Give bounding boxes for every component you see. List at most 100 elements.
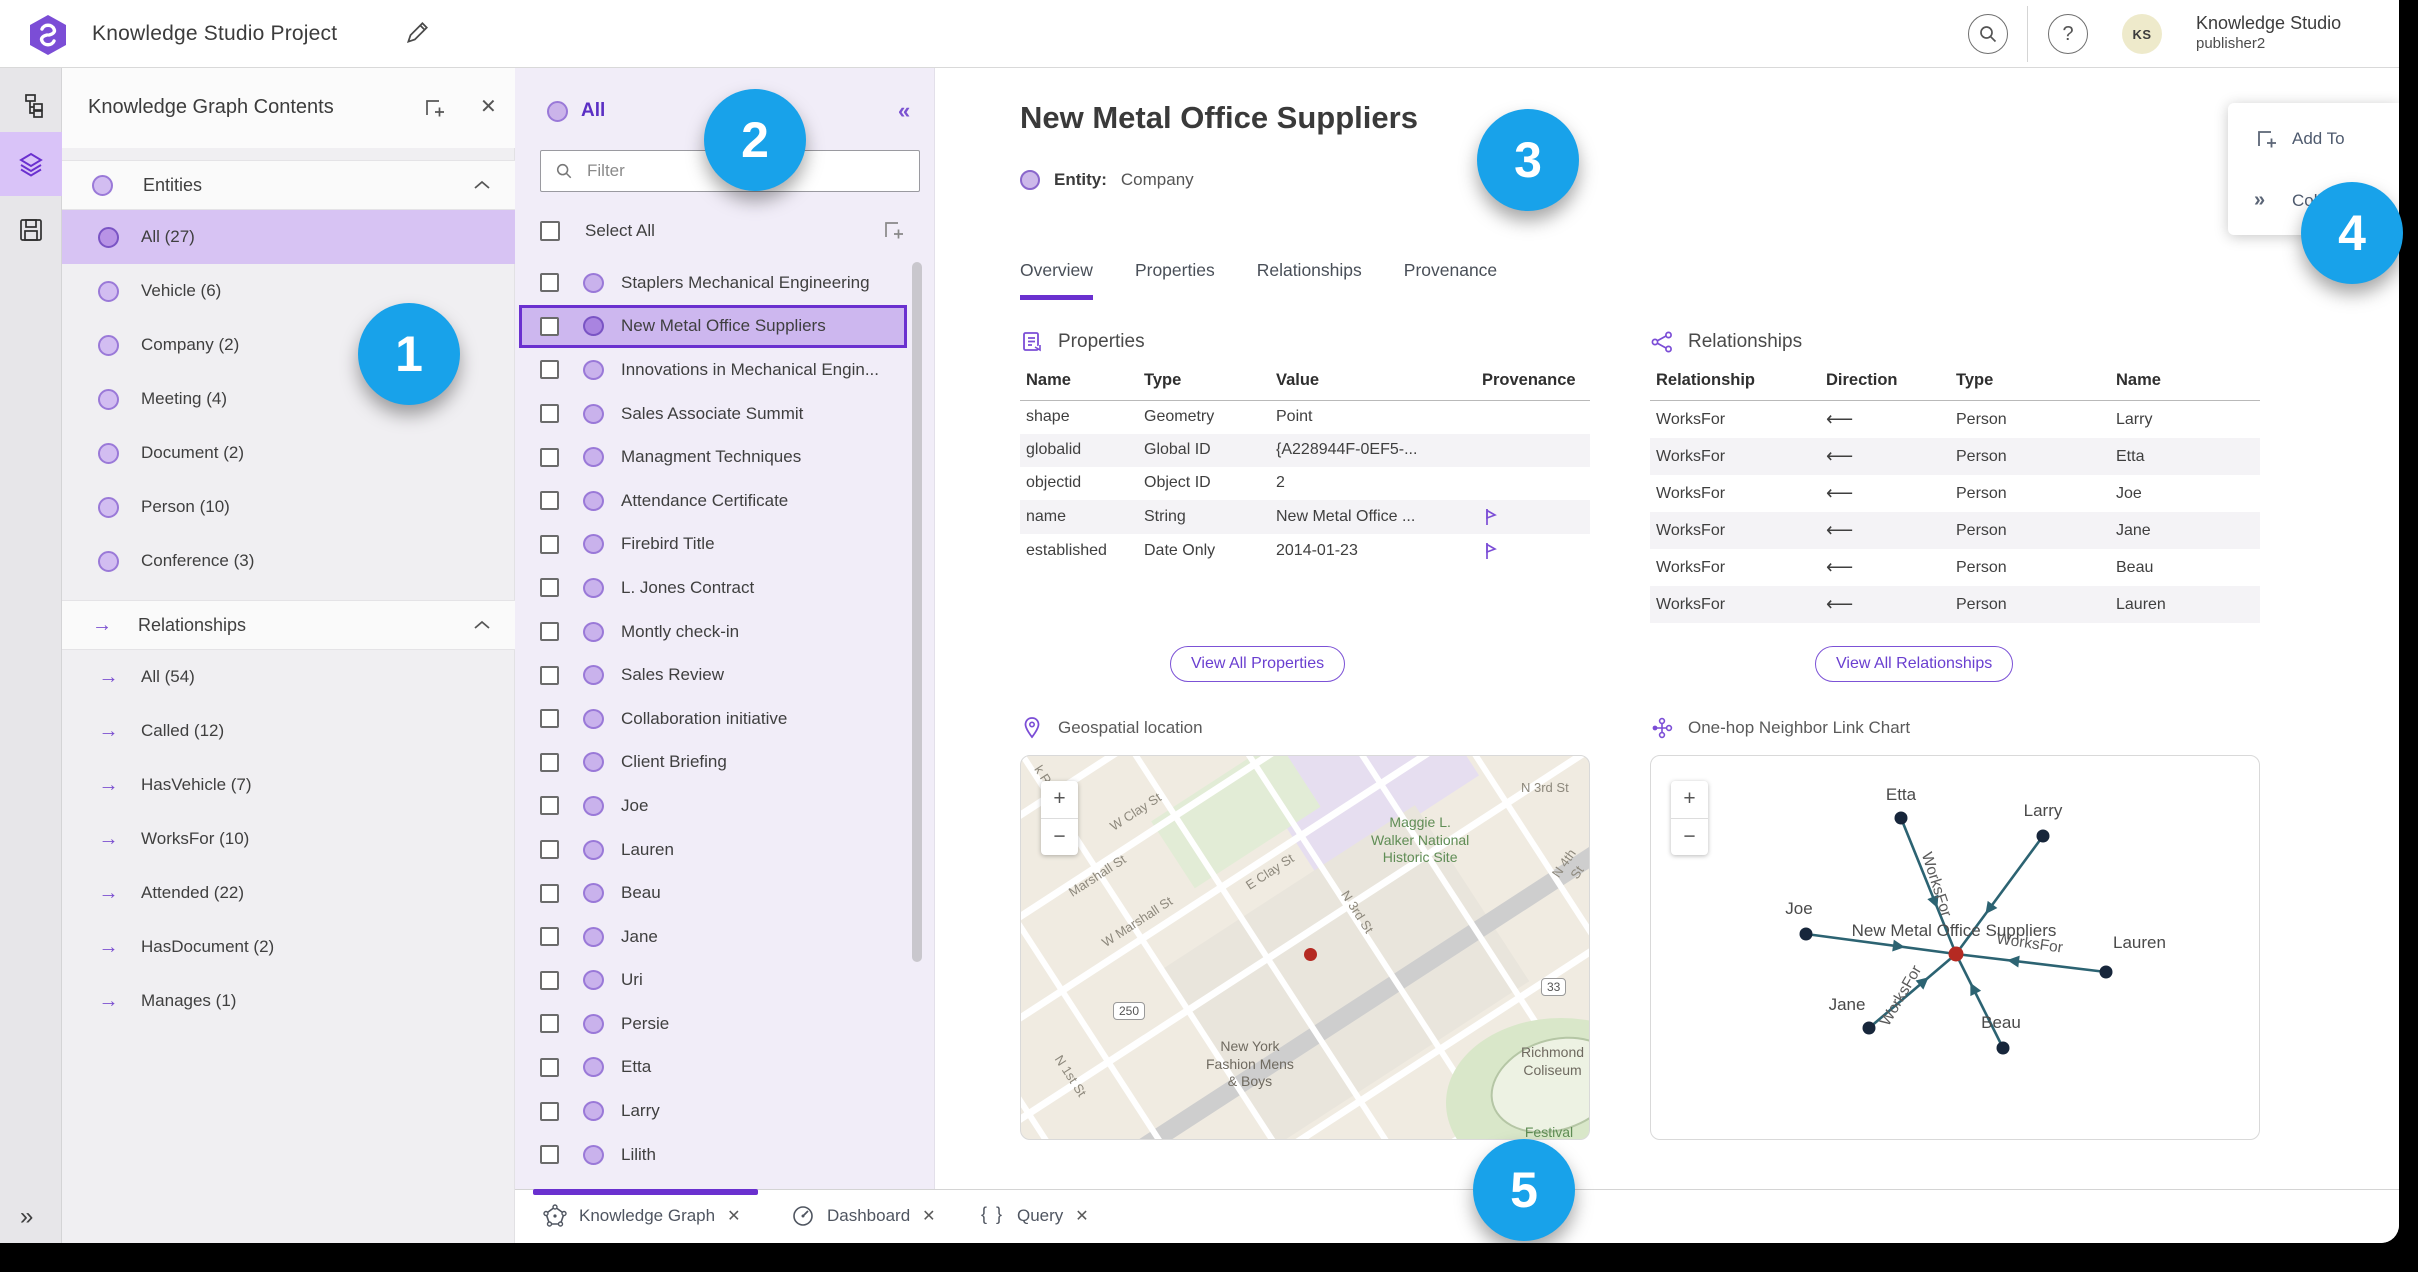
item-checkbox[interactable] bbox=[540, 578, 559, 598]
data-model-icon[interactable] bbox=[17, 92, 45, 120]
view-tab-knowledge-graph[interactable]: Knowledge Graph ✕ bbox=[543, 1204, 741, 1228]
add-to-map-icon[interactable] bbox=[881, 218, 905, 242]
entity-type-row[interactable]: Document (2) bbox=[62, 426, 515, 480]
provenance-cell[interactable] bbox=[1476, 534, 1590, 568]
relationship-type-row[interactable]: → Called (12) bbox=[62, 704, 515, 758]
flyout-item-add-to[interactable]: Add To bbox=[2228, 117, 2399, 161]
layers-icon[interactable] bbox=[17, 150, 45, 178]
item-checkbox[interactable] bbox=[540, 1101, 559, 1121]
item-checkbox[interactable] bbox=[540, 665, 559, 685]
entity-list-item[interactable]: Uri bbox=[515, 959, 935, 1003]
related-entity-link[interactable]: Lauren bbox=[2110, 586, 2260, 623]
graph-center-node[interactable] bbox=[1948, 946, 1964, 962]
save-icon[interactable] bbox=[17, 216, 45, 244]
relationships-section-header[interactable]: → Relationships bbox=[62, 600, 515, 650]
relationship-type-row[interactable]: → HasDocument (2) bbox=[62, 920, 515, 974]
entity-type-row[interactable]: Vehicle (6) bbox=[62, 264, 515, 318]
select-all-row[interactable]: Select All bbox=[515, 214, 935, 248]
graph-node-joe[interactable] bbox=[1799, 927, 1813, 941]
item-checkbox[interactable] bbox=[540, 709, 559, 729]
relationship-type-row[interactable]: → Attended (22) bbox=[62, 866, 515, 920]
entity-list-item[interactable]: Managment Techniques bbox=[515, 435, 935, 479]
related-entity-link[interactable]: Etta bbox=[2110, 438, 2260, 475]
item-checkbox[interactable] bbox=[540, 883, 559, 903]
entity-list-item[interactable]: Joe bbox=[515, 784, 935, 828]
graph-node-larry[interactable] bbox=[2036, 829, 2050, 843]
entity-list-item[interactable]: Lilith bbox=[515, 1133, 935, 1177]
one-hop-link-chart[interactable]: Etta WorksFor Larry Joe Lauren WorksFor Jane Wo… bbox=[1650, 755, 2260, 1140]
item-checkbox[interactable] bbox=[540, 752, 559, 772]
close-panel-icon[interactable]: ✕ bbox=[480, 94, 497, 119]
expand-rail-icon[interactable]: » bbox=[20, 1203, 33, 1231]
graph-node-lauren[interactable] bbox=[2099, 965, 2113, 979]
entity-list-item[interactable]: Sales Associate Summit bbox=[515, 392, 935, 436]
relationship-type-row[interactable]: → Manages (1) bbox=[62, 974, 515, 1028]
related-entity-link[interactable]: Beau bbox=[2110, 549, 2260, 586]
graph-node-etta[interactable] bbox=[1894, 811, 1908, 825]
search-button[interactable] bbox=[1968, 14, 2008, 54]
view-tab-query[interactable]: { } Query ✕ bbox=[981, 1204, 1089, 1228]
item-checkbox[interactable] bbox=[540, 491, 559, 511]
entity-list-item[interactable]: Innovations in Mechanical Engin... bbox=[515, 348, 935, 392]
close-tab-icon[interactable]: ✕ bbox=[922, 1206, 935, 1226]
view-all-properties-button[interactable]: View All Properties bbox=[1170, 646, 1346, 682]
provenance-cell[interactable] bbox=[1476, 500, 1590, 534]
entity-list-item[interactable]: Etta bbox=[515, 1046, 935, 1090]
help-button[interactable]: ? bbox=[2048, 14, 2088, 54]
relationship-link[interactable]: WorksFor bbox=[1650, 401, 1820, 439]
detail-tab-overview[interactable]: Overview bbox=[1020, 260, 1093, 300]
entity-list-item[interactable]: Firebird Title bbox=[515, 523, 935, 567]
entity-list-item[interactable]: L. Jones Contract bbox=[515, 566, 935, 610]
entity-list-item[interactable]: Client Briefing bbox=[515, 741, 935, 785]
item-checkbox[interactable] bbox=[540, 360, 559, 380]
item-checkbox[interactable] bbox=[540, 447, 559, 467]
item-checkbox[interactable] bbox=[540, 404, 559, 424]
item-checkbox[interactable] bbox=[540, 316, 559, 336]
collapse-caret-icon[interactable] bbox=[473, 179, 491, 191]
item-checkbox[interactable] bbox=[540, 1014, 559, 1034]
entity-list-item[interactable]: Lauren bbox=[515, 828, 935, 872]
view-tab-dashboard[interactable]: Dashboard ✕ bbox=[791, 1204, 936, 1228]
entity-list-item[interactable]: Beau bbox=[515, 871, 935, 915]
geospatial-map[interactable]: N 3rd St Maggie L. Walker National Histor… bbox=[1020, 755, 1590, 1140]
close-tab-icon[interactable]: ✕ bbox=[1075, 1206, 1088, 1226]
item-checkbox[interactable] bbox=[540, 622, 559, 642]
user-block[interactable]: Knowledge Studio publisher2 bbox=[2196, 12, 2341, 53]
add-to-map-icon[interactable] bbox=[422, 96, 446, 120]
entity-list-item[interactable]: Staplers Mechanical Engineering bbox=[515, 261, 935, 305]
item-checkbox[interactable] bbox=[540, 927, 559, 947]
entity-list-item[interactable]: Attendance Certificate bbox=[515, 479, 935, 523]
collapse-panel-icon[interactable]: « bbox=[898, 98, 910, 124]
select-all-checkbox[interactable] bbox=[540, 221, 560, 241]
relationship-link[interactable]: WorksFor bbox=[1650, 586, 1820, 623]
relationship-type-row[interactable]: → HasVehicle (7) bbox=[62, 758, 515, 812]
collapse-caret-icon[interactable] bbox=[473, 619, 491, 631]
entity-type-row[interactable]: Conference (3) bbox=[62, 534, 515, 588]
entity-list-item[interactable]: Larry bbox=[515, 1089, 935, 1133]
detail-tab-provenance[interactable]: Provenance bbox=[1404, 260, 1497, 300]
item-checkbox[interactable] bbox=[540, 534, 559, 554]
zoom-out-button[interactable]: − bbox=[1041, 819, 1078, 856]
entity-list-item[interactable]: Jane bbox=[515, 915, 935, 959]
item-checkbox[interactable] bbox=[540, 1057, 559, 1077]
item-checkbox[interactable] bbox=[540, 970, 559, 990]
edit-title-pencil-icon[interactable] bbox=[404, 20, 430, 46]
user-avatar[interactable]: KS bbox=[2122, 14, 2162, 54]
entities-section-header[interactable]: Entities bbox=[62, 160, 515, 210]
zoom-in-button[interactable]: + bbox=[1041, 781, 1078, 819]
zoom-out-button[interactable]: − bbox=[1671, 819, 1708, 856]
close-tab-icon[interactable]: ✕ bbox=[727, 1206, 740, 1226]
item-checkbox[interactable] bbox=[540, 840, 559, 860]
relationship-link[interactable]: WorksFor bbox=[1650, 438, 1820, 475]
entity-list-item[interactable]: Montly check-in bbox=[515, 610, 935, 654]
item-checkbox[interactable] bbox=[540, 796, 559, 816]
relationship-link[interactable]: WorksFor bbox=[1650, 549, 1820, 586]
detail-tab-properties[interactable]: Properties bbox=[1135, 260, 1215, 300]
entity-type-row[interactable]: All (27) bbox=[62, 210, 515, 264]
entity-list-item[interactable]: New Metal Office Suppliers bbox=[519, 304, 907, 349]
relationship-type-row[interactable]: → WorksFor (10) bbox=[62, 812, 515, 866]
entity-list-item[interactable]: Persie bbox=[515, 1002, 935, 1046]
relationship-link[interactable]: WorksFor bbox=[1650, 475, 1820, 512]
relationship-type-row[interactable]: → All (54) bbox=[62, 650, 515, 704]
graph-node-beau[interactable] bbox=[1996, 1041, 2010, 1055]
